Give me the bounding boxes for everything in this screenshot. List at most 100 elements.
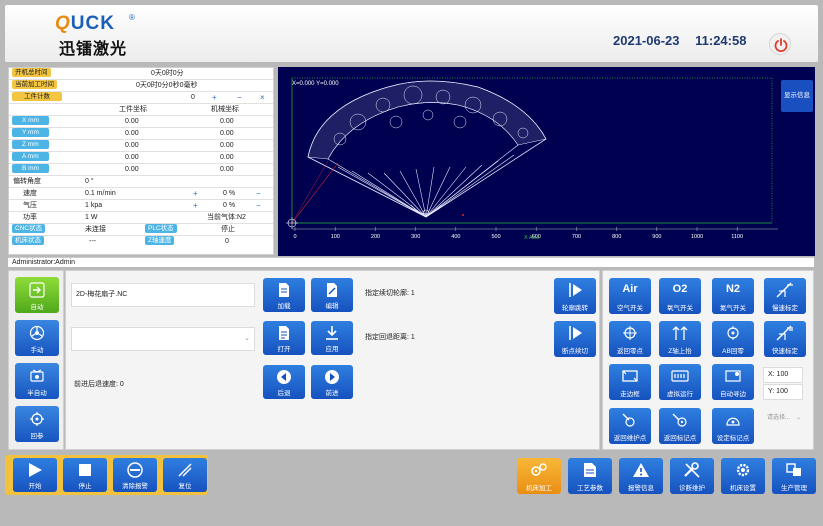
mode-manual-button[interactable]: 手动 xyxy=(15,320,59,356)
pressure-plus-button[interactable]: + xyxy=(193,200,198,212)
edit-file-icon xyxy=(327,283,337,297)
x-axis-tick-label: 700 xyxy=(572,234,581,240)
nav-label: 工艺参数 xyxy=(577,485,603,492)
auto-edge-icon xyxy=(725,370,741,382)
chevron-down-icon: ⌄ xyxy=(244,335,250,342)
axis-label: B mm xyxy=(12,164,49,173)
count-plus-button[interactable]: + xyxy=(212,92,217,104)
maintenance-point-icon xyxy=(622,413,635,427)
mode-auto-button[interactable]: 自动 xyxy=(15,277,59,313)
axis-machine-value: 0.00 xyxy=(220,154,234,161)
nav-label: 机床加工 xyxy=(526,485,552,492)
mode-panel: 自动 手动 半自动 回参 xyxy=(8,270,64,450)
forward-button[interactable]: 前进 xyxy=(311,365,353,399)
date-text: 2021-06-23 xyxy=(613,33,680,48)
nav-process-params[interactable]: 工艺参数 xyxy=(568,458,612,494)
nav-diagnostics[interactable]: 诊断维护 xyxy=(670,458,714,494)
machine-status-value: --- xyxy=(89,238,96,245)
show-info-button[interactable]: 显示信息 xyxy=(781,80,813,112)
apply-download-icon xyxy=(326,326,338,340)
back-button[interactable]: 后退 xyxy=(263,365,305,399)
o2-text: O2 xyxy=(672,283,688,295)
count-clear-button[interactable]: × xyxy=(260,92,265,104)
start-button[interactable]: 开始 xyxy=(13,458,57,492)
air-switch-button[interactable]: Air 空气开关 xyxy=(609,278,651,314)
row-axis-a: A mm 0.00 0.00 xyxy=(9,152,273,164)
cutting-preview-canvas[interactable]: X=0.000 Y=0.000 0 100 200 300 400 500 60… xyxy=(278,67,815,256)
border-frame-icon xyxy=(622,370,638,382)
count-label: 工件计数 xyxy=(12,92,62,101)
x-axis-tick-label: 300 xyxy=(411,234,420,240)
clear-alarm-button[interactable]: 清除报警 xyxy=(113,458,157,492)
rotate-label: 偏转角度 xyxy=(13,178,41,185)
gear-icon xyxy=(736,463,750,477)
row-axis-x: X mm 0.00 0.00 xyxy=(9,116,273,128)
x-axis-tick-label: 500 xyxy=(492,234,501,240)
slow-calibrate-button[interactable]: 慢速标定 xyxy=(764,278,806,314)
mark-select-dropdown[interactable]: 请选择... ⌄ xyxy=(763,411,803,427)
return-maintenance-button[interactable]: 返回维护点 xyxy=(609,408,651,444)
row-axis-y: Y mm 0.00 0.00 xyxy=(9,128,273,140)
auto-arrow-icon xyxy=(29,282,45,298)
mode-semi-auto-button[interactable]: 半自动 xyxy=(15,363,59,399)
nav-alarm-info[interactable]: 报警信息 xyxy=(619,458,663,494)
count-minus-button[interactable]: − xyxy=(237,92,242,104)
resume-contour-field[interactable]: 指定续切轮廓: 1 xyxy=(361,283,546,307)
stop-button[interactable]: 停止 xyxy=(63,458,107,492)
open-button[interactable]: 打开 xyxy=(263,321,305,355)
nav-machine-settings[interactable]: 机床设置 xyxy=(721,458,765,494)
auto-edge-button[interactable]: 自动寻边 xyxy=(712,364,754,400)
apply-button[interactable]: 应用 xyxy=(311,321,353,355)
reset-button[interactable]: 复位 xyxy=(163,458,207,492)
z-up-arrows-icon xyxy=(672,326,688,340)
set-mark-button[interactable]: 设定标记点 xyxy=(712,408,754,444)
mode-label: 手动 xyxy=(30,347,44,354)
nav-production-mgmt[interactable]: 生产管理 xyxy=(772,458,816,494)
load-button[interactable]: 加载 xyxy=(263,278,305,312)
breakpoint-resume-button[interactable]: 断点续切 xyxy=(554,321,596,357)
ab-zero-button[interactable]: AB回零 xyxy=(712,321,754,357)
reset-slash-icon xyxy=(178,463,192,477)
z-up-label: Z轴上抬 xyxy=(668,348,692,355)
col-machine-coord: 机械坐标 xyxy=(211,106,239,113)
file-select-dropdown[interactable]: ⌄ xyxy=(71,327,255,351)
virtual-run-button[interactable]: 虚拟运行 xyxy=(659,364,701,400)
z-up-button[interactable]: Z轴上抬 xyxy=(659,321,701,357)
return-zero-button[interactable]: 返回零点 xyxy=(609,321,651,357)
brand-logo: QUCK ® 迅镭激光 xyxy=(55,13,145,58)
slow-calibrate-icon xyxy=(776,282,793,298)
pressure-percent: 0 % xyxy=(223,202,236,209)
production-icon xyxy=(786,463,801,476)
boot-time-label: 开机总时间 xyxy=(12,68,51,77)
nav-label: 报警信息 xyxy=(628,485,654,492)
mark-y-field[interactable]: Y: 100 xyxy=(763,384,803,400)
semi-auto-icon xyxy=(30,369,44,382)
filename-field[interactable]: 2D-梅花扇子.NC xyxy=(71,283,255,307)
edit-button[interactable]: 编辑 xyxy=(311,278,353,312)
speed-percent: 0 % xyxy=(223,190,236,197)
oxygen-switch-button[interactable]: O2 氧气开关 xyxy=(659,278,701,314)
speed-plus-button[interactable]: + xyxy=(193,188,198,200)
canvas-svg: X=0.000 Y=0.000 0 100 200 300 400 500 60… xyxy=(286,77,778,241)
nitrogen-switch-button[interactable]: N2 氮气开关 xyxy=(712,278,754,314)
nav-machine-processing[interactable]: 机床加工 xyxy=(517,458,561,494)
power-button[interactable] xyxy=(769,33,791,55)
mode-homing-button[interactable]: 回参 xyxy=(15,406,59,442)
pressure-minus-button[interactable]: − xyxy=(256,200,261,212)
return-distance-field[interactable]: 指定回退距离: 1 xyxy=(361,327,546,351)
gears-icon xyxy=(531,463,547,476)
return-mark-button[interactable]: 返回标记点 xyxy=(659,408,701,444)
walk-border-label: 走边框 xyxy=(620,391,640,398)
row-pressure: 气压 1 kpa + 0 % − xyxy=(9,200,273,212)
x-axis-tick-label: 900 xyxy=(652,234,661,240)
mark-x-field[interactable]: X: 100 xyxy=(763,367,803,383)
proc-time-value: 0天0时0分0秒0毫秒 xyxy=(136,82,198,89)
n2-label: 氮气开关 xyxy=(720,305,746,312)
walk-border-button[interactable]: 走边框 xyxy=(609,364,651,400)
speed-minus-button[interactable]: − xyxy=(256,188,261,200)
breakpoint-label: 断点续切 xyxy=(562,348,588,355)
edit-label: 编辑 xyxy=(325,303,339,310)
axis-machine-value: 0.00 xyxy=(220,142,234,149)
fast-calibrate-button[interactable]: 快速标定 xyxy=(764,321,806,357)
contour-jump-button[interactable]: 轮廓跳转 xyxy=(554,278,596,314)
